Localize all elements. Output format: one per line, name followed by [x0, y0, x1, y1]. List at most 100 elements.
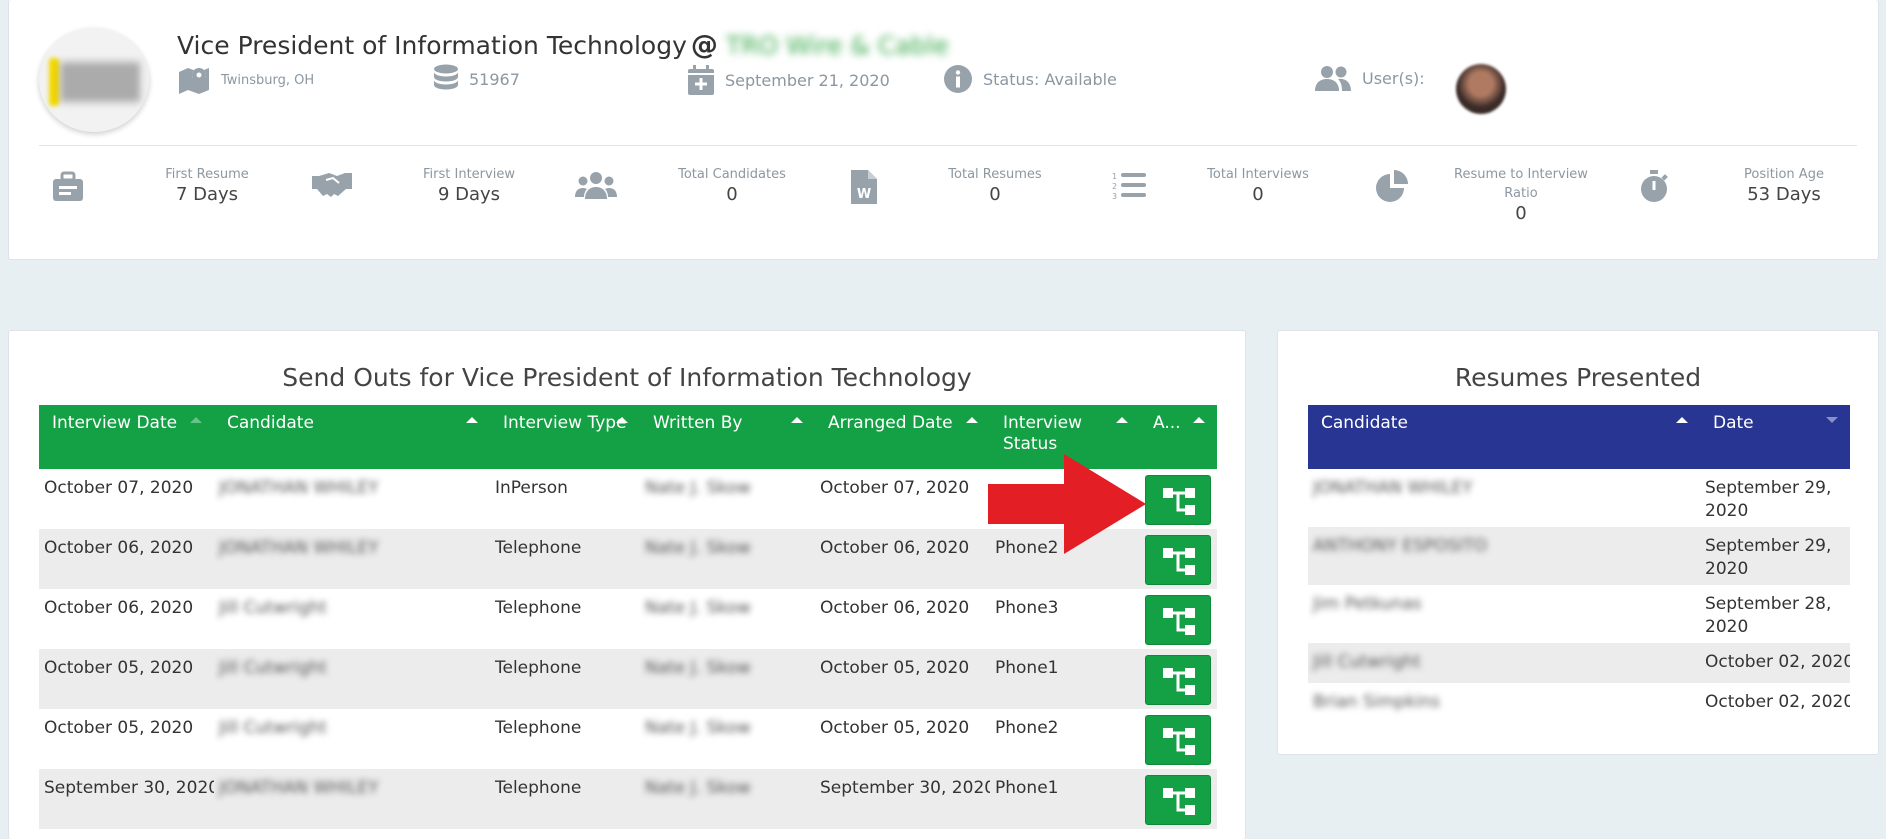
- company-name[interactable]: TRO Wire & Cable: [726, 31, 949, 60]
- numbered-list-icon: 123: [1112, 172, 1146, 201]
- stat-value: 7 Days: [175, 184, 239, 205]
- table-row[interactable]: Jim Petkunas September 28, 2020: [1308, 585, 1850, 643]
- sitemap-icon: [1163, 608, 1195, 635]
- interview-status-cell: Phone1: [990, 769, 1140, 829]
- location-text: Twinsburg, OH: [221, 72, 315, 88]
- svg-text:3: 3: [1112, 192, 1117, 201]
- stat-position-age: Position Age 53 Days: [1699, 165, 1869, 206]
- column-header-date[interactable]: Date: [1700, 405, 1850, 469]
- status-info: Status: Available: [943, 64, 1117, 94]
- table-row[interactable]: October 05, 2020 Jill Cutwright Telephon…: [39, 649, 1217, 709]
- sort-arrow-icon: [966, 417, 978, 423]
- sendouts-title: Send Outs for Vice President of Informat…: [282, 363, 972, 392]
- column-header-candidate[interactable]: Candidate: [1308, 405, 1700, 469]
- column-header-interview-type[interactable]: Interview Type: [490, 405, 640, 469]
- written-by-cell: Nate J. Skow: [640, 529, 815, 589]
- stat-value: 9 Days: [437, 184, 501, 205]
- database-icon: [434, 64, 458, 90]
- table-row[interactable]: October 05, 2020 Jill Cutwright Telephon…: [39, 709, 1217, 769]
- column-header-interview-date[interactable]: Interview Date: [39, 405, 214, 469]
- candidate-cell[interactable]: JONATHAN WHILEY: [214, 529, 490, 589]
- sort-arrow-icon: [1193, 417, 1205, 423]
- stat-label: First Resume: [165, 167, 249, 182]
- status-text: Status: Available: [983, 69, 1117, 89]
- actions-cell: [1140, 469, 1217, 529]
- candidate-cell[interactable]: Brian Simpkins: [1308, 683, 1700, 723]
- candidate-cell[interactable]: Jill Cutwright: [214, 589, 490, 649]
- table-row[interactable]: JONATHAN WHILEY September 29, 2020: [1308, 469, 1850, 527]
- interview-status-cell: Phone3: [995, 598, 1059, 618]
- handshake-icon: [312, 173, 352, 197]
- stopwatch-icon: [1641, 170, 1668, 202]
- written-by-cell: Nate J. Skow: [645, 598, 751, 618]
- table-row[interactable]: September 30, 2020 JONATHAN WHILEY Telep…: [39, 769, 1217, 829]
- workflow-button[interactable]: [1145, 775, 1211, 825]
- users-info: User(s):: [1314, 64, 1425, 92]
- table-row[interactable]: Jill Cutwright October 02, 2020: [1308, 643, 1850, 683]
- stat-total-resumes: Total Resumes 0: [910, 165, 1080, 206]
- stat-value: 0: [989, 184, 1001, 205]
- candidate-cell[interactable]: Jill Cutwright: [214, 709, 490, 769]
- arranged-date-cell: October 05, 2020: [815, 649, 990, 709]
- interview-type-cell: Telephone: [490, 649, 640, 709]
- interview-date-cell: October 05, 2020: [44, 718, 194, 738]
- company-logo: [39, 28, 149, 132]
- written-by-cell: Nate J. Skow: [645, 718, 751, 738]
- svg-text:2: 2: [1112, 182, 1117, 191]
- interview-status-cell: Phone2: [995, 718, 1059, 738]
- column-header-actions[interactable]: A...: [1140, 405, 1217, 469]
- sitemap-icon: [1163, 668, 1195, 695]
- interview-type-cell: Telephone: [490, 529, 640, 589]
- arranged-date-cell: October 06, 2020: [815, 529, 990, 589]
- candidate-cell[interactable]: JONATHAN WHILEY: [214, 769, 490, 829]
- actions-cell: [1140, 709, 1217, 769]
- interview-date-cell: September 30, 2020: [39, 769, 214, 829]
- info-icon: [944, 65, 972, 93]
- actions-cell: [1140, 529, 1217, 589]
- sort-arrow-icon: [466, 417, 478, 423]
- table-row[interactable]: Brian Simpkins October 02, 2020: [1308, 683, 1850, 723]
- candidate-cell[interactable]: JONATHAN WHILEY: [214, 469, 490, 529]
- sort-arrow-icon: [616, 417, 628, 423]
- resumes-table: Candidate Date JONATHAN WHILEY September…: [1308, 405, 1850, 723]
- annotation-arrow-icon: [988, 454, 1146, 554]
- arranged-date-cell: October 05, 2020: [820, 718, 970, 738]
- map-marker-icon: [179, 68, 209, 94]
- candidate-cell[interactable]: Jill Cutwright: [214, 649, 490, 709]
- at-symbol: @: [690, 30, 718, 61]
- table-header-row: Candidate Date: [1308, 405, 1850, 469]
- stat-label: First Interview: [423, 167, 515, 182]
- column-header-candidate[interactable]: Candidate: [214, 405, 490, 469]
- workflow-button[interactable]: [1145, 535, 1211, 585]
- page-title: Vice President of Information Technology…: [177, 30, 949, 61]
- candidate-cell[interactable]: Jill Cutwright: [1308, 643, 1700, 683]
- table-row[interactable]: ANTHONY ESPOSITO September 29, 2020: [1308, 527, 1850, 585]
- workflow-button[interactable]: [1145, 475, 1211, 525]
- column-header-arranged-date[interactable]: Arranged Date: [815, 405, 990, 469]
- sort-arrow-icon: [1116, 417, 1128, 423]
- table-row[interactable]: October 06, 2020 Jill Cutwright Telephon…: [39, 589, 1217, 649]
- interview-date-cell: October 06, 2020: [44, 598, 194, 618]
- stat-value: 0: [726, 184, 738, 205]
- workflow-button[interactable]: [1145, 715, 1211, 765]
- interview-date-cell: October 05, 2020: [39, 649, 214, 709]
- date-cell: October 02, 2020: [1700, 643, 1850, 683]
- candidate-cell[interactable]: Jim Petkunas: [1308, 585, 1700, 643]
- written-by-cell: Nate J. Skow: [640, 649, 815, 709]
- sendouts-card: Send Outs for Vice President of Informat…: [8, 330, 1246, 839]
- interview-type-cell: Telephone: [495, 598, 582, 618]
- sort-arrow-icon: [791, 417, 803, 423]
- date-info: September 21, 2020: [687, 64, 890, 96]
- date-cell: September 29, 2020: [1705, 478, 1832, 521]
- location-info: Twinsburg, OH: [177, 64, 314, 96]
- sitemap-icon: [1163, 488, 1195, 515]
- column-header-written-by[interactable]: Written By: [640, 405, 815, 469]
- user-avatar[interactable]: [1456, 64, 1506, 114]
- stat-label: Total Candidates: [678, 167, 786, 182]
- posted-date-text: September 21, 2020: [725, 70, 890, 90]
- candidate-cell[interactable]: JONATHAN WHILEY: [1308, 469, 1700, 527]
- arranged-date-cell: October 07, 2020: [820, 478, 970, 498]
- candidate-cell[interactable]: ANTHONY ESPOSITO: [1308, 527, 1700, 585]
- workflow-button[interactable]: [1145, 595, 1211, 645]
- workflow-button[interactable]: [1145, 655, 1211, 705]
